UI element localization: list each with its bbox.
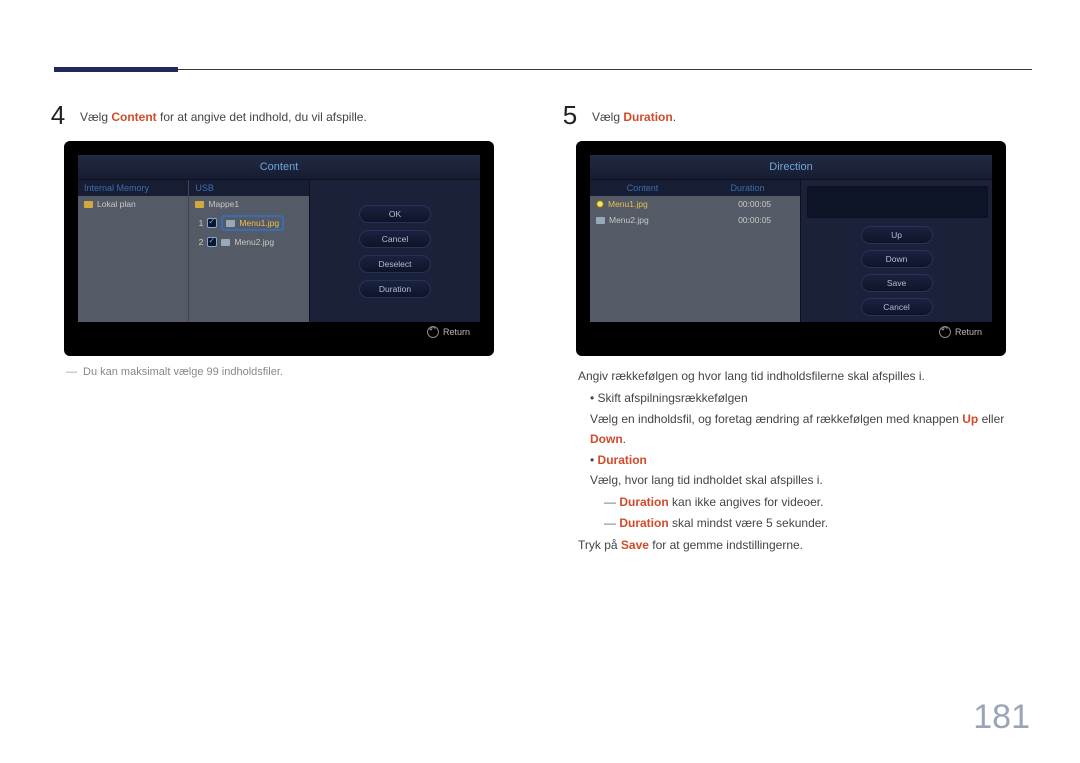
cancel-button[interactable]: Cancel [861, 298, 933, 316]
usb-header: USB [189, 180, 309, 196]
order-body-pre: Vælg en indholdsfil, og foretag ændring … [590, 412, 962, 426]
checkbox-icon[interactable] [207, 218, 217, 228]
note2-rest: skal mindst være 5 sekunder. [669, 516, 828, 530]
step5-pre: Vælg [592, 110, 623, 124]
folder-icon [84, 201, 93, 208]
step4-text: Vælg Content for at angive det indhold, … [80, 110, 367, 124]
note1-em: Duration [619, 495, 668, 509]
return-icon [427, 326, 439, 338]
duration-value: 00:00:05 [738, 215, 794, 225]
duration-header: Duration [695, 180, 800, 196]
order-body-post: . [623, 432, 626, 446]
folder-icon [195, 201, 204, 208]
note1-rest: kan ikke angives for videoer. [669, 495, 824, 509]
content-header: Content [590, 180, 695, 196]
image-thumb-icon [221, 239, 230, 246]
content-panel-title: Content [78, 155, 480, 180]
file-label: Menu2.jpg [609, 215, 734, 225]
file-menu1[interactable]: 1 Menu1.jpg [189, 212, 309, 234]
preview-box [807, 186, 988, 218]
image-thumb-icon [596, 217, 605, 224]
file-index: 2 [195, 237, 203, 247]
step4-pre: Vælg [80, 110, 111, 124]
checkbox-icon[interactable] [207, 237, 217, 247]
note2-em: Duration [619, 516, 668, 530]
image-thumb-icon [226, 220, 235, 227]
return-label[interactable]: Return [443, 327, 470, 337]
up-button[interactable]: Up [861, 226, 933, 244]
step5-text: Vælg Duration. [592, 110, 676, 124]
column-step4: 4 Vælg Content for at angive det indhold… [48, 100, 520, 556]
or-text: eller [978, 412, 1004, 426]
file-menu2[interactable]: 2 Menu2.jpg [189, 234, 309, 250]
step4-em: Content [111, 110, 156, 124]
file-index: 1 [195, 218, 203, 228]
step4-note: Du kan maksimalt vælge 99 indholdsfiler. [66, 366, 520, 378]
deselect-button[interactable]: Deselect [359, 255, 431, 273]
folder-label: Mappe1 [208, 199, 239, 209]
duration-button[interactable]: Duration [359, 280, 431, 298]
up-em: Up [962, 412, 978, 426]
internal-memory-header: Internal Memory [78, 180, 188, 196]
duration-heading: Duration [598, 453, 647, 467]
cancel-button[interactable]: Cancel [359, 230, 431, 248]
duration-body: Vælg, hvor lang tid indholdet skal afspi… [590, 473, 823, 487]
note-text: Du kan maksimalt vælge 99 indholdsfiler. [83, 366, 283, 378]
save-button[interactable]: Save [861, 274, 933, 292]
folder-label: Lokal plan [97, 199, 136, 209]
direction-panel-title: Direction [590, 155, 992, 180]
step5-description: Angiv rækkefølgen og hvor lang tid indho… [578, 366, 1032, 556]
save-post: for at gemme indstillingerne. [649, 538, 803, 552]
image-thumb-icon [596, 200, 604, 208]
return-label[interactable]: Return [955, 327, 982, 337]
ok-button[interactable]: OK [359, 205, 431, 223]
step5-em: Duration [623, 110, 672, 124]
step5-number: 5 [560, 100, 580, 131]
direction-device-screenshot: Direction Content Duration Menu1.jpg 00:… [576, 141, 1006, 356]
step4-post: for at angive det indhold, du vil afspil… [157, 110, 367, 124]
down-em: Down [590, 432, 623, 446]
direction-row-1[interactable]: Menu1.jpg 00:00:05 [590, 196, 800, 212]
desc-line1: Angiv rækkefølgen og hvor lang tid indho… [578, 366, 1032, 386]
folder-mappe1[interactable]: Mappe1 [189, 196, 309, 212]
file-label: Menu1.jpg [239, 218, 279, 228]
return-icon [939, 326, 951, 338]
direction-row-2[interactable]: Menu2.jpg 00:00:05 [590, 212, 800, 228]
column-step5: 5 Vælg Duration. Direction Content Durat… [560, 100, 1032, 556]
step4-number: 4 [48, 100, 68, 131]
save-em: Save [621, 538, 649, 552]
down-button[interactable]: Down [861, 250, 933, 268]
step5-post: . [673, 110, 676, 124]
file-label: Menu2.jpg [234, 237, 274, 247]
page-number: 181 [973, 698, 1030, 737]
duration-value: 00:00:05 [738, 199, 794, 209]
order-heading: Skift afspilningsrækkefølgen [598, 391, 748, 405]
folder-lokal-plan[interactable]: Lokal plan [78, 196, 188, 212]
file-label: Menu1.jpg [608, 199, 734, 209]
content-device-screenshot: Content Internal Memory Lokal plan USB [64, 141, 494, 356]
save-pre: Tryk på [578, 538, 621, 552]
